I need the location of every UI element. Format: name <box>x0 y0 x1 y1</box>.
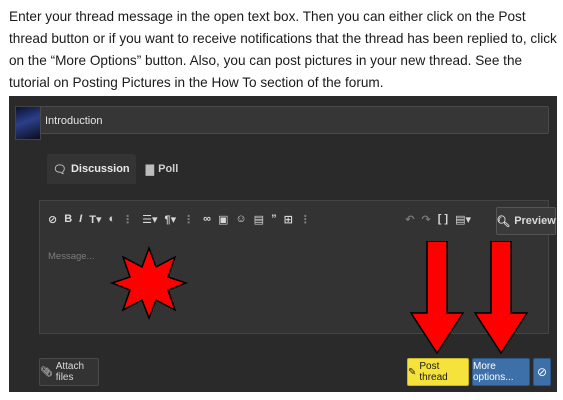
undo-icon[interactable]: ↶ <box>405 213 414 226</box>
preview-label: Preview <box>514 215 556 227</box>
smilie-icon[interactable]: ☺ <box>235 213 246 225</box>
post-thread-button[interactable]: ✎ Post thread <box>407 358 469 386</box>
media-icon[interactable]: ▤ <box>254 213 264 226</box>
message-placeholder: Message... <box>48 251 95 262</box>
more-options-button[interactable]: More options... <box>472 358 530 386</box>
paperclip-icon: 📎︎ <box>40 366 53 378</box>
tab-discussion[interactable]: 🗨︎ Discussion <box>47 154 136 184</box>
tab-poll-label: Poll <box>158 163 179 175</box>
red-star-annotation <box>110 246 188 320</box>
cancel-button[interactable]: ⊘ <box>533 358 551 386</box>
eraser-icon[interactable]: ⊘ <box>48 213 57 226</box>
more-options-label: More options... <box>473 361 514 383</box>
pencil-icon: ✎ <box>408 366 417 378</box>
attach-files-label: Attach files <box>55 361 85 383</box>
text-size-icon[interactable]: T▾ <box>89 213 101 226</box>
quote-icon[interactable]: ” <box>271 213 277 225</box>
preview-button[interactable]: 🔍︎ Preview <box>496 207 556 235</box>
editor-toolbar: ⊘ B I T▾ ◐ ⋮ ☰▾ ¶▾ ⋮ ∞ ▣ ☺ ▤ ” ⊞ ⋮ ↶ ↷ [… <box>40 201 556 237</box>
red-star-shape <box>110 246 188 320</box>
italic-icon[interactable]: I <box>79 213 82 225</box>
table-icon[interactable]: ⊞ <box>284 213 293 226</box>
cancel-icon: ⊘ <box>536 365 548 379</box>
tab-poll[interactable]: ▇ Poll <box>140 154 185 184</box>
tab-discussion-label: Discussion <box>70 163 130 175</box>
red-arrow-post-thread <box>409 241 465 354</box>
red-arrow-more-options <box>473 241 529 354</box>
drafts-icon[interactable]: ▤▾ <box>455 213 471 226</box>
post-thread-label: Post thread <box>419 361 448 383</box>
toolbar-right-group: ↶ ↷ [ ] ▤▾ <box>405 201 478 237</box>
color-icon[interactable]: ◐ <box>108 213 115 225</box>
more-icon[interactable]: ⋮ <box>122 213 133 226</box>
list-icon[interactable]: ☰▾ <box>142 213 157 226</box>
more-icon-2[interactable]: ⋮ <box>183 213 194 226</box>
more-icon-3[interactable]: ⋮ <box>300 213 311 226</box>
bar-chart-icon: ▇ <box>145 163 155 176</box>
redo-icon[interactable]: ↷ <box>421 213 430 226</box>
avatar <box>15 106 41 140</box>
bold-icon[interactable]: B <box>64 213 72 225</box>
thread-title-input[interactable]: Introduction <box>40 106 549 134</box>
chat-icon: 🗨︎ <box>53 163 67 176</box>
bbcode-icon[interactable]: [ ] <box>438 213 448 225</box>
instructions-paragraph: Enter your thread message in the open te… <box>9 9 557 90</box>
paragraph-icon[interactable]: ¶▾ <box>165 213 177 226</box>
post-type-tabs: 🗨︎ Discussion ▇ Poll <box>47 154 184 184</box>
arrow-shape-more <box>473 241 529 354</box>
link-icon[interactable]: ∞ <box>203 213 211 225</box>
attach-files-button[interactable]: 📎︎ Attach files <box>39 358 99 386</box>
preview-icon: 🔍︎ <box>496 215 511 228</box>
forum-screenshot: Introduction 🗨︎ Discussion ▇ Poll ⊘ B I … <box>9 96 557 392</box>
arrow-shape-post <box>409 241 465 354</box>
image-icon[interactable]: ▣ <box>218 213 228 226</box>
